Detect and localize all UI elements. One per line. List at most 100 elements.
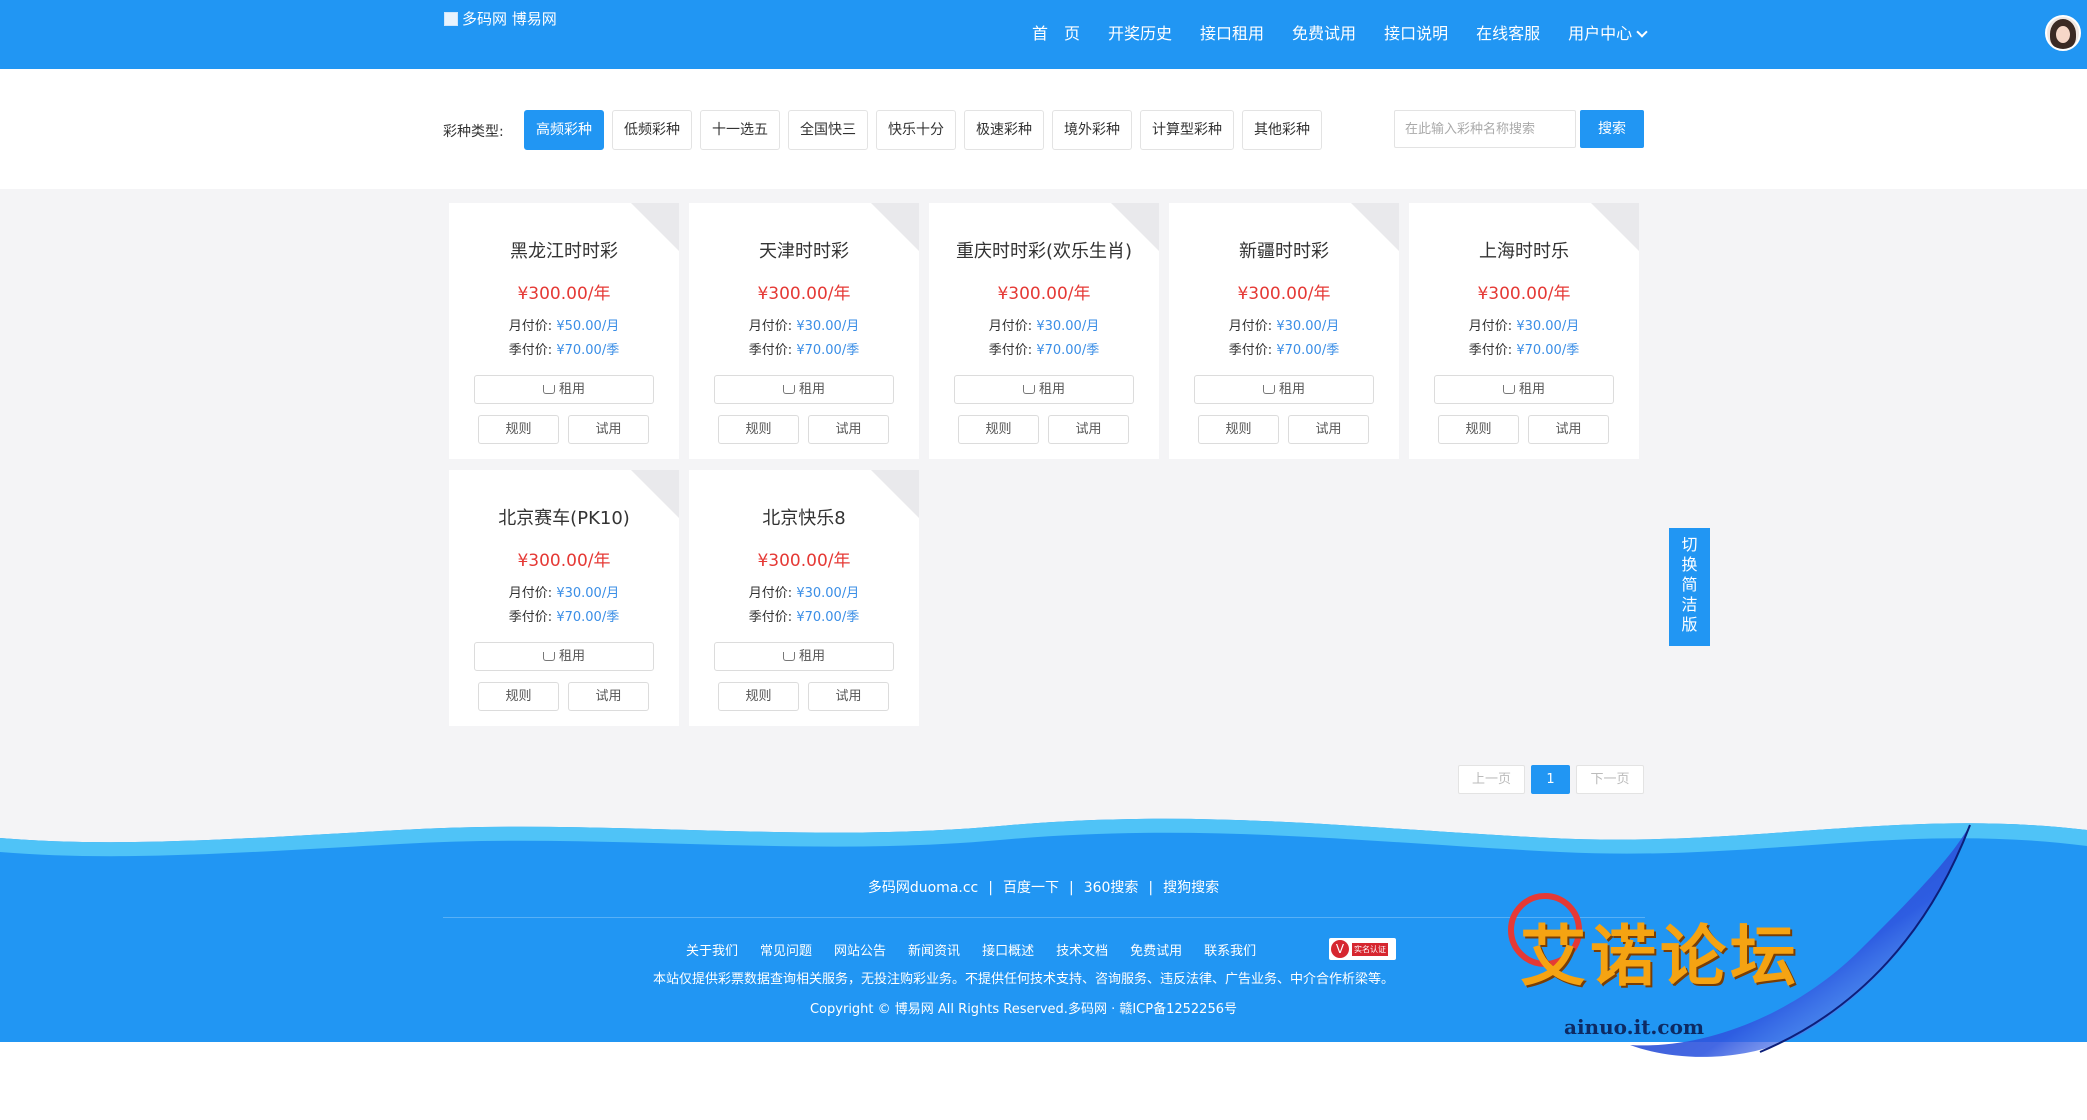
page-1-button[interactable]: 1 xyxy=(1531,765,1570,794)
month-price: ¥30.00/月 xyxy=(1276,319,1340,334)
search-input[interactable] xyxy=(1394,110,1576,148)
rent-button[interactable]: 租用 xyxy=(474,375,654,404)
lottery-card: 北京赛车(PK10) ¥300.00/年 月付价: ¥30.00/月 季付价: … xyxy=(449,470,679,726)
rent-button[interactable]: 租用 xyxy=(954,375,1134,404)
season-price: ¥70.00/季 xyxy=(556,610,620,625)
category-k3[interactable]: 全国快三 xyxy=(788,110,868,150)
category-other[interactable]: 其他彩种 xyxy=(1242,110,1322,150)
cart-icon xyxy=(542,385,555,394)
footer-sep: | xyxy=(1148,880,1154,896)
nav-online-service[interactable]: 在线客服 xyxy=(1462,22,1554,46)
month-label: 月付价: xyxy=(508,586,553,601)
search-button[interactable]: 搜索 xyxy=(1580,110,1644,148)
rent-label: 租用 xyxy=(1278,382,1305,397)
switch-simple-version-button[interactable]: 切 换 简 洁 版 xyxy=(1669,528,1710,646)
footer-link-tech-docs[interactable]: 技术文档 xyxy=(1056,940,1108,959)
footer-link-about[interactable]: 关于我们 xyxy=(686,940,738,959)
rules-button[interactable]: 规则 xyxy=(718,682,799,711)
footer-sep: | xyxy=(1068,880,1074,896)
trial-button[interactable]: 试用 xyxy=(568,415,649,444)
cart-icon xyxy=(542,652,555,661)
real-name-verified-badge[interactable]: V 实名认证 xyxy=(1329,938,1396,960)
rent-label: 租用 xyxy=(558,649,585,664)
rules-button[interactable]: 规则 xyxy=(478,682,559,711)
season-price: ¥70.00/季 xyxy=(1516,343,1580,358)
avatar[interactable] xyxy=(2045,15,2081,51)
season-price: ¥70.00/季 xyxy=(556,343,620,358)
prev-page-button[interactable]: 上一页 xyxy=(1458,765,1525,794)
footer-link-360[interactable]: 360搜索 xyxy=(1084,880,1139,896)
nav-home[interactable]: 首 页 xyxy=(1018,22,1094,46)
card-year-price: ¥300.00/年 xyxy=(1237,284,1331,304)
trial-button[interactable]: 试用 xyxy=(568,682,649,711)
lottery-card: 黑龙江时时彩 ¥300.00/年 月付价: ¥50.00/月 季付价: ¥70.… xyxy=(449,203,679,459)
rules-button[interactable]: 规则 xyxy=(478,415,559,444)
month-label: 月付价: xyxy=(1468,319,1513,334)
card-season-row: 季付价: ¥70.00/季 xyxy=(1409,339,1639,358)
footer-divider xyxy=(443,917,1645,918)
rules-button[interactable]: 规则 xyxy=(718,415,799,444)
card-year-price: ¥300.00/年 xyxy=(1477,284,1571,304)
rent-label: 租用 xyxy=(798,649,825,664)
nav-api-docs[interactable]: 接口说明 xyxy=(1370,22,1462,46)
card-season-row: 季付价: ¥70.00/季 xyxy=(449,339,679,358)
card-season-row: 季付价: ¥70.00/季 xyxy=(689,339,919,358)
card-title: 新疆时时彩 xyxy=(1239,241,1329,262)
nav-user-center[interactable]: 用户中心 xyxy=(1554,22,1660,46)
category-speed[interactable]: 极速彩种 xyxy=(964,110,1044,150)
next-page-button[interactable]: 下一页 xyxy=(1576,765,1644,794)
lottery-card: 北京快乐8 ¥300.00/年 月付价: ¥30.00/月 季付价: ¥70.0… xyxy=(689,470,919,726)
cart-icon xyxy=(782,385,795,394)
cart-icon xyxy=(1022,385,1035,394)
footer-link-duoma[interactable]: 多码网duoma.cc xyxy=(868,880,978,896)
month-label: 月付价: xyxy=(748,586,793,601)
site-logo[interactable]: 多码网 博易网 xyxy=(444,8,557,29)
season-label: 季付价: xyxy=(988,343,1033,358)
card-season-row: 季付价: ¥70.00/季 xyxy=(449,606,679,625)
lottery-card: 重庆时时彩(欢乐生肖) ¥300.00/年 月付价: ¥30.00/月 季付价:… xyxy=(929,203,1159,459)
season-label: 季付价: xyxy=(1468,343,1513,358)
footer-link-news[interactable]: 新闻资讯 xyxy=(908,940,960,959)
footer-link-baidu[interactable]: 百度一下 xyxy=(1003,880,1059,896)
footer-link-sogou[interactable]: 搜狗搜索 xyxy=(1163,880,1219,896)
category-kl10[interactable]: 快乐十分 xyxy=(876,110,956,150)
month-label: 月付价: xyxy=(748,319,793,334)
category-computed[interactable]: 计算型彩种 xyxy=(1140,110,1234,150)
rent-button[interactable]: 租用 xyxy=(474,642,654,671)
card-month-row: 月付价: ¥30.00/月 xyxy=(449,582,679,601)
footer-link-api-overview[interactable]: 接口概述 xyxy=(982,940,1034,959)
card-title: 上海时时乐 xyxy=(1479,241,1569,262)
category-11x5[interactable]: 十一选五 xyxy=(700,110,780,150)
card-year-price: ¥300.00/年 xyxy=(757,551,851,571)
nav-draw-history[interactable]: 开奖历史 xyxy=(1094,22,1186,46)
category-overseas[interactable]: 境外彩种 xyxy=(1052,110,1132,150)
nav-free-trial[interactable]: 免费试用 xyxy=(1278,22,1370,46)
chevron-down-icon xyxy=(1636,26,1648,38)
trial-button[interactable]: 试用 xyxy=(1528,415,1609,444)
nav-user-center-label: 用户中心 xyxy=(1568,24,1633,43)
nav-api-rent[interactable]: 接口租用 xyxy=(1186,22,1278,46)
rules-button[interactable]: 规则 xyxy=(1438,415,1519,444)
rent-button[interactable]: 租用 xyxy=(1434,375,1614,404)
rent-button[interactable]: 租用 xyxy=(1194,375,1374,404)
rules-button[interactable]: 规则 xyxy=(1198,415,1279,444)
logo-alt-text: 多码网 博易网 xyxy=(462,10,557,28)
category-high-freq[interactable]: 高频彩种 xyxy=(524,110,604,150)
rules-button[interactable]: 规则 xyxy=(958,415,1039,444)
trial-button[interactable]: 试用 xyxy=(1048,415,1129,444)
card-season-row: 季付价: ¥70.00/季 xyxy=(689,606,919,625)
trial-button[interactable]: 试用 xyxy=(808,415,889,444)
footer-sep: | xyxy=(988,880,993,896)
footer-link-free-trial[interactable]: 免费试用 xyxy=(1130,940,1182,959)
trial-button[interactable]: 试用 xyxy=(1288,415,1369,444)
category-low-freq[interactable]: 低频彩种 xyxy=(612,110,692,150)
footer-link-contact[interactable]: 联系我们 xyxy=(1204,940,1256,959)
footer-link-notice[interactable]: 网站公告 xyxy=(834,940,886,959)
rent-button[interactable]: 租用 xyxy=(714,642,894,671)
trial-button[interactable]: 试用 xyxy=(808,682,889,711)
rent-button[interactable]: 租用 xyxy=(714,375,894,404)
card-month-row: 月付价: ¥30.00/月 xyxy=(929,315,1159,334)
footer-link-faq[interactable]: 常见问题 xyxy=(760,940,812,959)
card-title: 天津时时彩 xyxy=(759,241,849,262)
month-price: ¥30.00/月 xyxy=(796,319,860,334)
